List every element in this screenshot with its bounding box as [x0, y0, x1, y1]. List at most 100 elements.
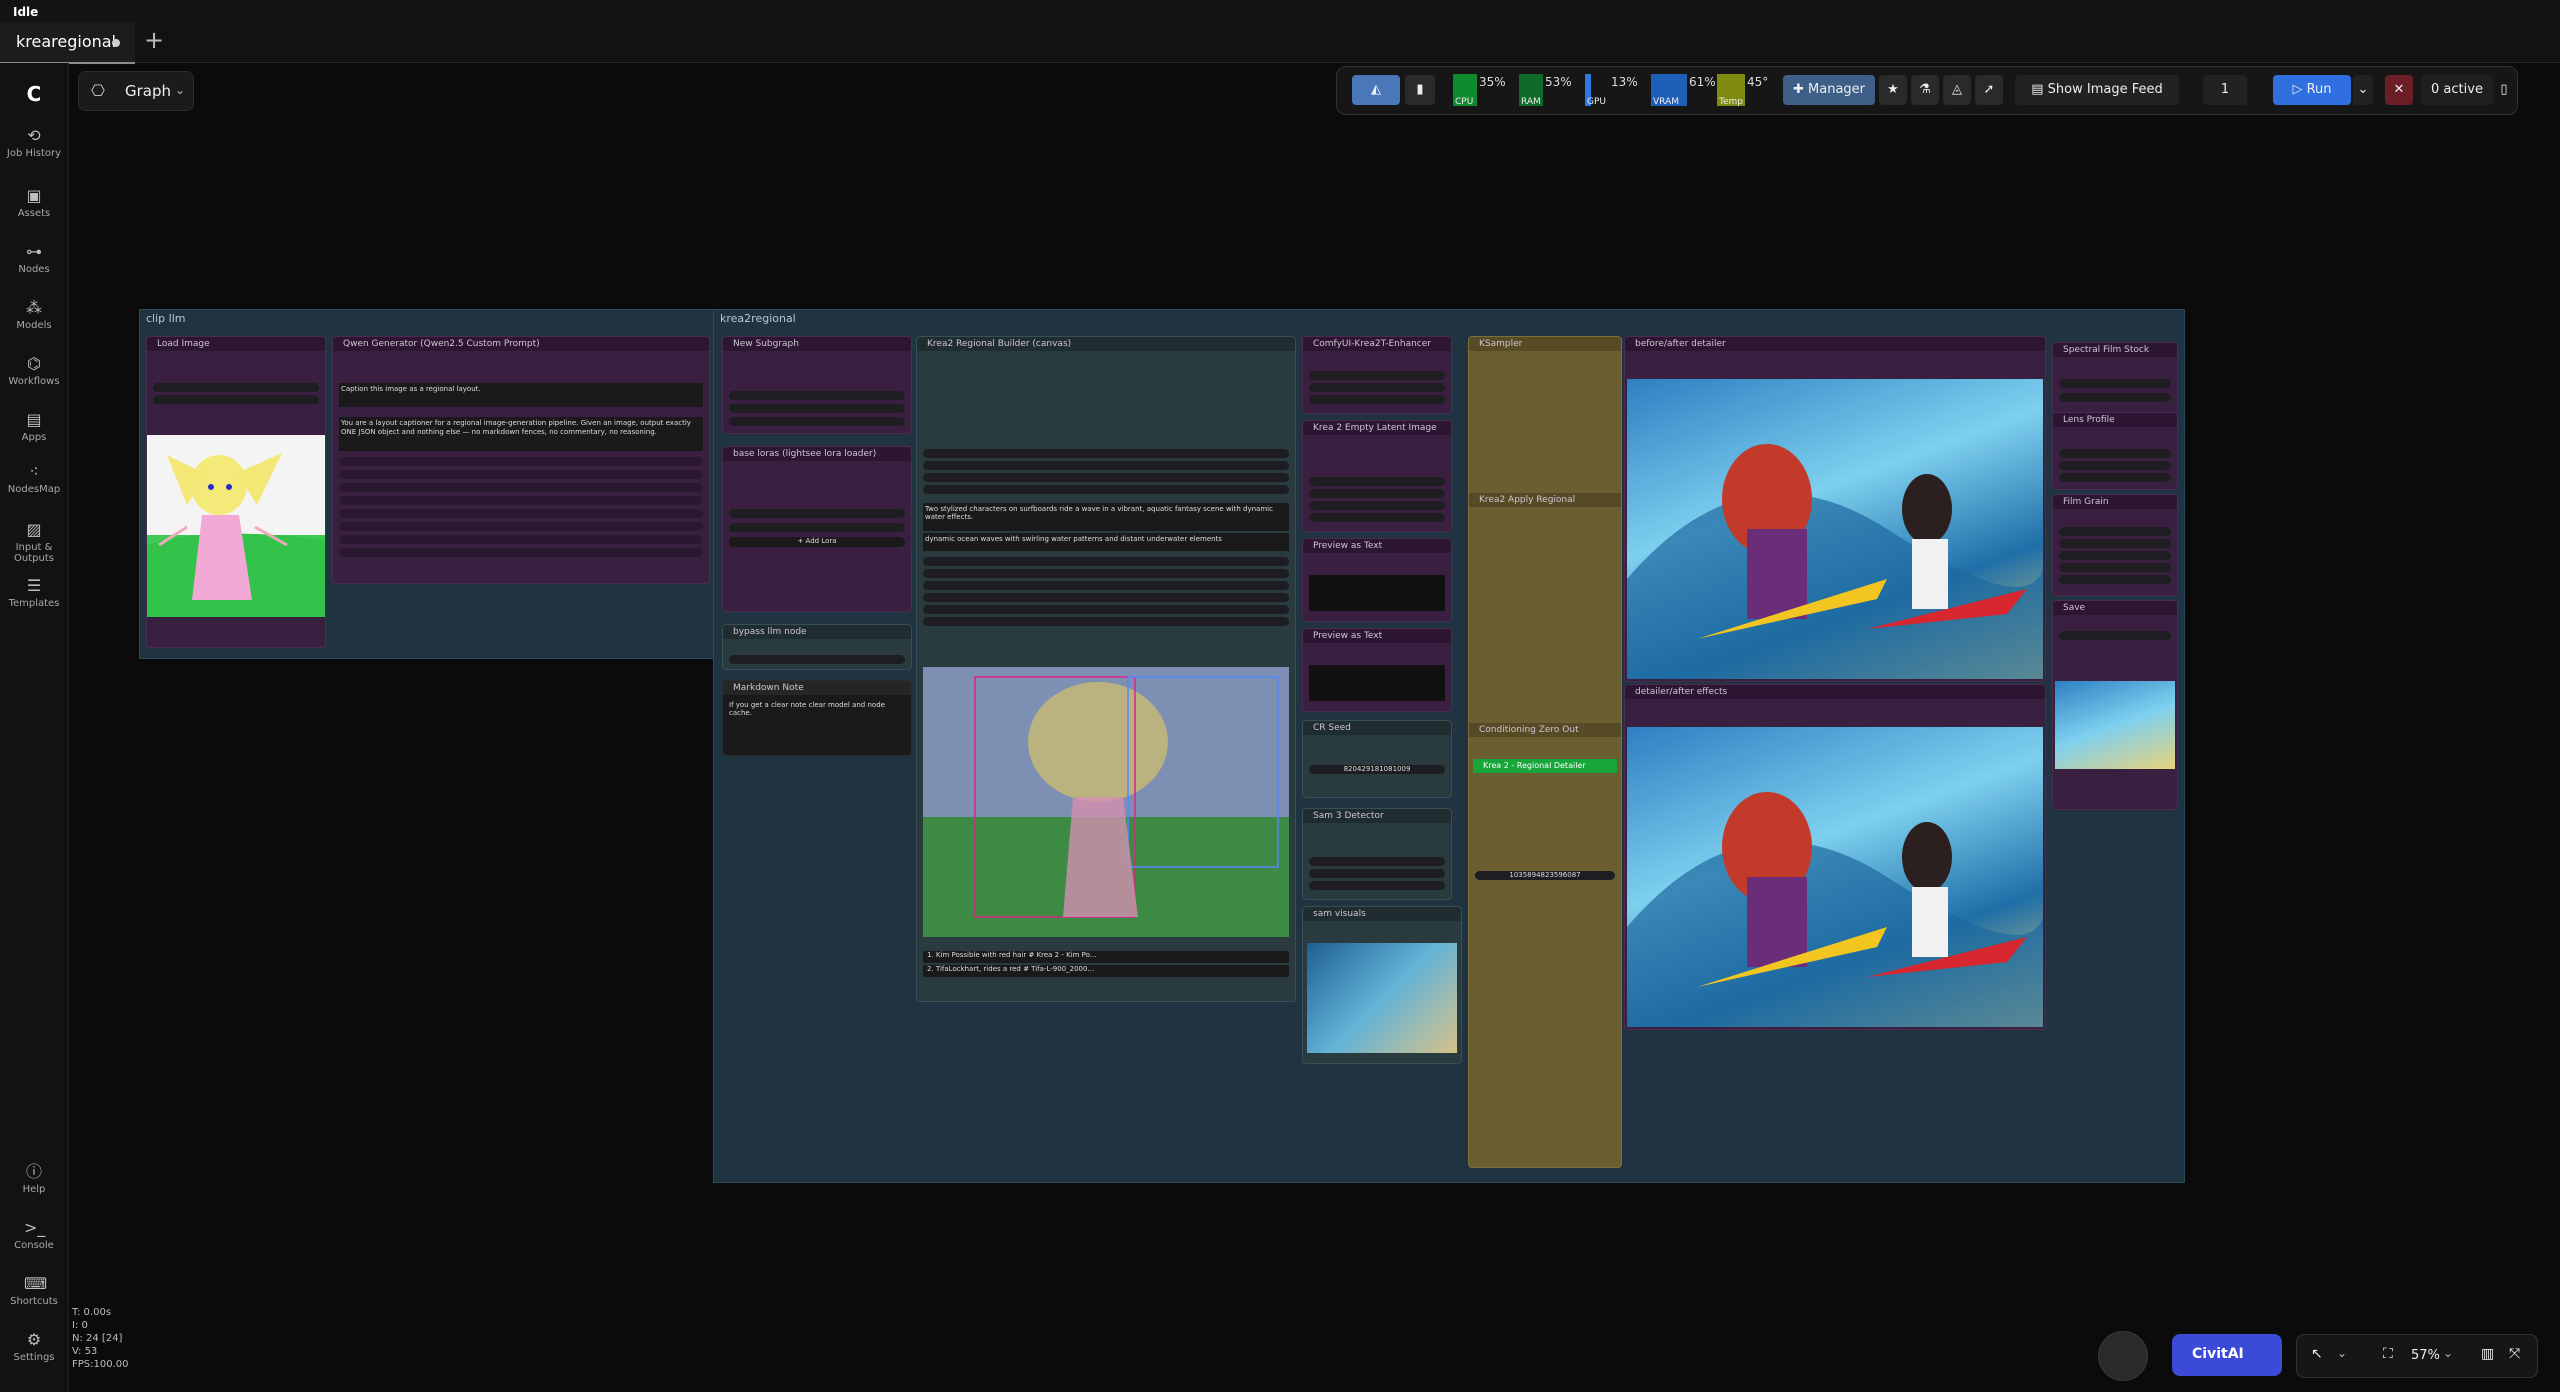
load-image-node[interactable]: Load Image [146, 336, 326, 648]
param-widget[interactable] [339, 535, 703, 544]
new-tab-plus-icon[interactable]: + [142, 28, 166, 52]
megapixels-widget[interactable] [1309, 489, 1445, 498]
select-mode-icon[interactable]: ↖ [2311, 1346, 2323, 1362]
sidebar-item-assets[interactable]: ▣ Assets [0, 187, 68, 220]
base-loras-node[interactable]: base loras (lightsee lora loader) + Add … [722, 446, 912, 612]
feather-widget[interactable] [923, 485, 1289, 494]
strength-widget[interactable] [2059, 473, 2171, 482]
zoom-level[interactable]: 57% [2411, 1348, 2440, 1363]
bookmark-icon[interactable]: ▮ [1405, 75, 1435, 105]
strength-widget[interactable] [1309, 383, 1445, 392]
bypass-llm-node[interactable]: bypass llm node [722, 624, 912, 670]
enable-clip-toggle[interactable] [729, 655, 905, 664]
confidence-widget[interactable] [1309, 869, 1445, 878]
hide-links-icon[interactable]: ⤧ [2509, 1346, 2520, 1362]
sam-visuals-node[interactable]: sam visuals [1302, 906, 1462, 1064]
cancel-x-icon[interactable]: ✕ [2385, 75, 2413, 105]
region-2-row[interactable]: 2. TifaLockhart, rides a red # Tifa-L-90… [923, 965, 1289, 977]
detailer-seed-widget[interactable]: 1035894823596087 [1475, 871, 1615, 880]
param-widget[interactable] [339, 470, 703, 479]
param-widget[interactable] [339, 483, 703, 492]
spectral-film-stock-node[interactable]: Spectral Film Stock [2052, 342, 2178, 414]
strength-widget[interactable] [2059, 393, 2171, 402]
color-grain-widget[interactable] [2059, 551, 2171, 560]
debug-toggle[interactable] [1309, 395, 1445, 404]
medium-widget[interactable] [923, 581, 1289, 590]
sidebar-item-settings[interactable]: ⚙ Settings [0, 1331, 68, 1364]
clamp-widget[interactable] [1309, 501, 1445, 510]
palette-icon[interactable]: ◬ [1943, 75, 1971, 105]
qwen-generator-node[interactable]: Qwen Generator (Qwen2.5 Custom Prompt) C… [332, 336, 710, 584]
seed-widget[interactable] [2059, 563, 2171, 572]
background-prompt-text[interactable]: dynamic ocean waves with swirling water … [923, 533, 1289, 551]
sidebar-item-input-outputs[interactable]: ▨ Input & Outputs [0, 521, 68, 565]
save-node[interactable]: Save [2052, 600, 2178, 810]
zoom-chevron-icon[interactable]: ⌄ [2443, 1346, 2453, 1360]
region-canvas[interactable] [923, 667, 1289, 937]
civitai-button[interactable]: CivitAI [2172, 1334, 2282, 1376]
resolution-widget[interactable] [1309, 477, 1445, 486]
vae-widget[interactable] [729, 417, 905, 426]
aesthetics-widget[interactable] [923, 557, 1289, 566]
show-image-feed-button[interactable]: ▤ Show Image Feed [2015, 75, 2179, 105]
param-widget[interactable] [339, 548, 703, 557]
model-widget[interactable] [729, 391, 905, 400]
lora-1-widget[interactable] [729, 509, 905, 518]
markdown-note-node[interactable]: Markdown Note If you get a clear note cl… [722, 680, 912, 756]
lora-2-widget[interactable] [729, 523, 905, 532]
param-widget[interactable] [339, 522, 703, 531]
sidebar-item-nodesmap[interactable]: ⁖ NodesMap [4, 463, 64, 496]
flask-icon[interactable]: ⚗ [1911, 75, 1939, 105]
empty-latent-node[interactable]: Krea 2 Empty Latent Image [1302, 420, 1452, 532]
sidebar-item-models[interactable]: ⁂ Models [0, 299, 68, 332]
seed-widget[interactable]: 820429181081009 [1309, 765, 1445, 774]
sidebar-item-nodes[interactable]: ⊶ Nodes [0, 243, 68, 276]
panel-toggle-icon[interactable]: ▯ [2497, 75, 2511, 105]
height-widget[interactable] [923, 461, 1289, 470]
sidebar-item-console[interactable]: >_ Console [0, 1219, 68, 1252]
detailer-effects-node[interactable]: detailer/after effects [1624, 684, 2046, 1030]
chevron-down-icon[interactable]: ⌄ [2337, 1346, 2347, 1360]
sidebar-item-templates[interactable]: ☰ Templates [0, 577, 68, 610]
add-lora-button[interactable]: + Add Lora [729, 537, 905, 547]
new-subgraph-node[interactable]: New Subgraph [722, 336, 912, 434]
star-icon[interactable]: ★ [1879, 75, 1907, 105]
import-mode-widget[interactable] [923, 605, 1289, 614]
clip-widget[interactable] [729, 404, 905, 413]
minimap-toggle-icon[interactable] [2098, 1331, 2148, 1381]
layout-prompt-text[interactable]: You are a layout captioner for a regiona… [339, 417, 703, 451]
region-1-row[interactable]: 1. Kim Possible with red hair # Krea 2 -… [923, 951, 1289, 963]
share-icon[interactable]: ➚ [1975, 75, 2003, 105]
sidebar-item-apps[interactable]: ▤ Apps [0, 411, 68, 444]
sidebar-item-job-history[interactable]: ⟲ Job History [0, 127, 68, 160]
film-stock-widget[interactable] [2059, 379, 2171, 388]
fit-view-icon[interactable]: ⛶ [2383, 1346, 2393, 1362]
lighting-widget[interactable] [923, 569, 1289, 578]
control-widget[interactable] [2059, 575, 2171, 584]
film-grain-node[interactable]: Film Grain [2052, 494, 2178, 596]
sidebar-item-workflows[interactable]: ⌬ Workflows [0, 355, 68, 388]
strength-widget[interactable] [2059, 539, 2171, 548]
sidebar-item-help[interactable]: ⓘ Help [0, 1163, 68, 1196]
workflow-tab[interactable]: krearegional [0, 22, 135, 64]
lens-widget[interactable] [2059, 449, 2171, 458]
map-icon[interactable]: ▥ [2481, 1346, 2494, 1362]
image-select-widget[interactable] [153, 383, 319, 392]
grow-widget[interactable] [923, 473, 1289, 482]
graph-view-selector[interactable]: ⎔ Graph ⌄ [78, 71, 194, 111]
upload-widget[interactable] [153, 395, 319, 404]
caption-prompt-text[interactable]: Caption this image as a regional layout. [339, 383, 703, 407]
sidebar-item-shortcuts[interactable]: ⌨ Shortcuts [0, 1275, 68, 1308]
region-append-widget[interactable] [923, 593, 1289, 602]
param-widget[interactable] [339, 496, 703, 505]
enhancer-node[interactable]: ComfyUI-Krea2T-Enhancer [1302, 336, 1452, 414]
width-widget[interactable] [923, 449, 1289, 458]
aberrations-widget[interactable] [2059, 461, 2171, 470]
cr-seed-node[interactable]: CR Seed 820429181081009 [1302, 720, 1452, 798]
preview-text-node-2[interactable]: Preview as Text [1302, 628, 1452, 712]
text-prompt-widget[interactable] [1309, 857, 1445, 866]
layout-widget[interactable] [923, 617, 1289, 626]
ksampler-stack-node[interactable]: KSampler Krea2 Apply Regional Conditioni… [1468, 336, 1622, 1168]
active-queue-button[interactable]: 0 active [2421, 75, 2493, 105]
run-options-chevron-icon[interactable]: ⌄ [2353, 75, 2373, 105]
